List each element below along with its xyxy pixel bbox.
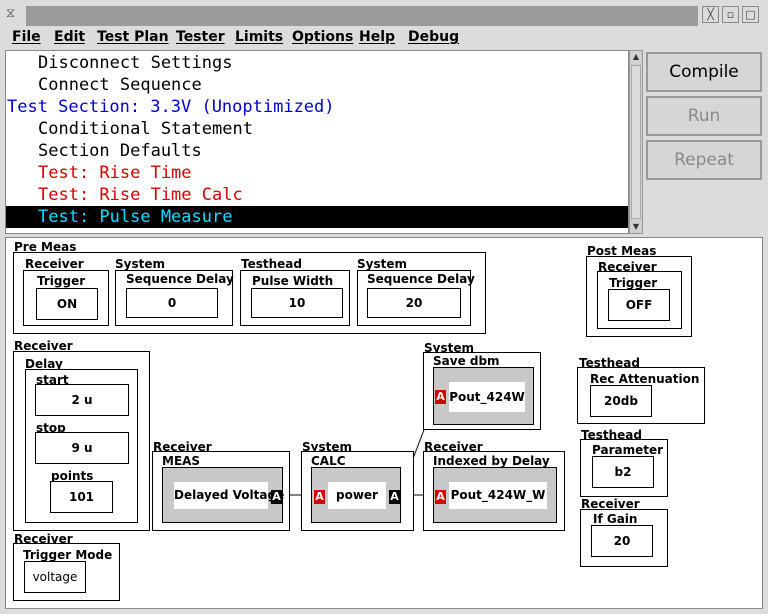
indexed-group: Indexed by Delay A Pout_424W_W bbox=[423, 451, 565, 531]
post-meas-group: Receiver Trigger OFF bbox=[586, 256, 692, 337]
selected-row[interactable]: Test: Pulse Measure bbox=[6, 206, 628, 228]
indexed-input-port[interactable]: A bbox=[435, 490, 446, 504]
menu-bar: File Edit Test Plan Tester Limits Option… bbox=[0, 28, 768, 48]
test-list-scrollbar[interactable]: ▲ ▼ bbox=[629, 50, 643, 234]
parameter-group[interactable]: Parameter b2 bbox=[580, 439, 668, 497]
calc-operator[interactable]: A power A bbox=[311, 467, 401, 523]
start-value[interactable]: 2 u bbox=[35, 384, 129, 416]
param-label: Pulse Width bbox=[252, 274, 334, 288]
rec-attenuation-group[interactable]: Rec Attenuation 20db bbox=[577, 367, 705, 424]
calc-group: CALC A power A bbox=[301, 451, 414, 531]
menu-debug[interactable]: Debug bbox=[408, 29, 459, 45]
indexed-value: Pout_424W_W bbox=[449, 482, 547, 509]
menu-help[interactable]: Help bbox=[359, 29, 395, 45]
pre-meas-group: Receiver Trigger ON System Sequence Dela… bbox=[13, 252, 486, 334]
window-menu-icon[interactable]: ⧖ bbox=[6, 6, 15, 21]
delay-sweep-box[interactable]: start 2 u stop 9 u points 101 bbox=[25, 369, 138, 523]
trigger-value[interactable]: ON bbox=[36, 288, 98, 320]
menu-file[interactable]: File bbox=[12, 29, 41, 45]
list-item[interactable]: Disconnect Settings bbox=[38, 52, 232, 74]
menu-limits[interactable]: Limits bbox=[235, 29, 283, 45]
meas-group: MEAS Delayed Voltage A bbox=[152, 451, 290, 531]
menu-test-plan[interactable]: Test Plan bbox=[97, 29, 169, 45]
trigger-mode-value[interactable]: voltage bbox=[24, 561, 86, 593]
sequence-delay-value-2[interactable]: 20 bbox=[367, 288, 461, 318]
scroll-up-icon[interactable]: ▲ bbox=[630, 51, 642, 63]
stop-value[interactable]: 9 u bbox=[35, 432, 129, 464]
menu-edit[interactable]: Edit bbox=[54, 29, 85, 45]
save-dbm-group: Save dbm A Pout_424W bbox=[423, 352, 541, 430]
list-item[interactable]: Section Defaults bbox=[38, 140, 202, 162]
menu-options[interactable]: Options bbox=[292, 29, 353, 45]
meas-operator[interactable]: Delayed Voltage A bbox=[162, 467, 284, 523]
parameter-value[interactable]: b2 bbox=[592, 456, 654, 488]
points-value[interactable]: 101 bbox=[50, 481, 113, 513]
list-item[interactable]: Test: Rise Time Calc bbox=[38, 184, 243, 206]
save-dbm-input-port[interactable]: A bbox=[435, 390, 446, 404]
calc-input-port[interactable]: A bbox=[314, 490, 325, 504]
pre-system-seq-delay-2[interactable]: Sequence Delay 20 bbox=[357, 270, 475, 326]
compile-button[interactable]: Compile bbox=[646, 52, 762, 92]
list-item-selected: Test: Pulse Measure bbox=[38, 207, 233, 227]
minimize-icon[interactable]: ▫ bbox=[722, 6, 739, 23]
repeat-button[interactable]: Repeat bbox=[646, 140, 762, 180]
param-label: Sequence Delay bbox=[367, 272, 475, 286]
param-label: Trigger bbox=[37, 274, 86, 288]
title-bar-fill[interactable] bbox=[26, 6, 698, 26]
indexed-operator[interactable]: A Pout_424W_W bbox=[433, 467, 557, 523]
delay-group: Delay start 2 u stop 9 u points 101 bbox=[13, 351, 150, 531]
measurement-canvas[interactable]: Pre Meas Receiver Trigger ON System Sequ… bbox=[5, 237, 763, 609]
calc-value: power bbox=[328, 482, 386, 509]
save-dbm-value: Pout_424W bbox=[449, 382, 525, 412]
title-bar: ⧖ ╳ ▫ □ bbox=[0, 0, 768, 28]
list-item[interactable]: Connect Sequence bbox=[38, 74, 202, 96]
scroll-down-icon[interactable]: ▼ bbox=[630, 221, 642, 233]
list-item[interactable]: Test: Rise Time bbox=[38, 162, 192, 184]
test-plan-list[interactable]: Disconnect Settings Connect Sequence Tes… bbox=[5, 50, 629, 234]
if-gain-group[interactable]: If Gain 20 bbox=[580, 509, 668, 567]
meas-output-port[interactable]: A bbox=[271, 490, 282, 504]
rec-attenuation-value[interactable]: 20db bbox=[590, 385, 652, 417]
pre-testhead-pulse-width[interactable]: Pulse Width 10 bbox=[240, 270, 350, 326]
sequence-delay-value[interactable]: 0 bbox=[126, 288, 218, 318]
if-gain-value[interactable]: 20 bbox=[591, 525, 653, 557]
maximize-icon[interactable]: □ bbox=[742, 6, 759, 23]
param-label: Sequence Delay bbox=[126, 272, 234, 286]
meas-value: Delayed Voltage bbox=[174, 482, 284, 509]
post-receiver-trigger[interactable]: Trigger OFF bbox=[597, 271, 682, 329]
pre-receiver-trigger[interactable]: Trigger ON bbox=[23, 270, 109, 326]
pre-system-seq-delay[interactable]: Sequence Delay 0 bbox=[115, 270, 234, 326]
list-item[interactable]: Conditional Statement bbox=[38, 118, 253, 140]
pulse-width-value[interactable]: 10 bbox=[251, 288, 343, 318]
post-trigger-value[interactable]: OFF bbox=[608, 289, 670, 321]
close-window-icon[interactable]: ╳ bbox=[702, 6, 719, 23]
save-dbm-operator[interactable]: A Pout_424W bbox=[433, 367, 534, 425]
run-button[interactable]: Run bbox=[646, 96, 762, 136]
calc-output-port[interactable]: A bbox=[389, 490, 400, 504]
menu-tester[interactable]: Tester bbox=[176, 29, 225, 45]
trigger-mode-group[interactable]: Trigger Mode voltage bbox=[13, 543, 120, 601]
list-item[interactable]: Test Section: 3.3V (Unoptimized) bbox=[7, 96, 335, 118]
scroll-thumb[interactable] bbox=[631, 65, 641, 219]
